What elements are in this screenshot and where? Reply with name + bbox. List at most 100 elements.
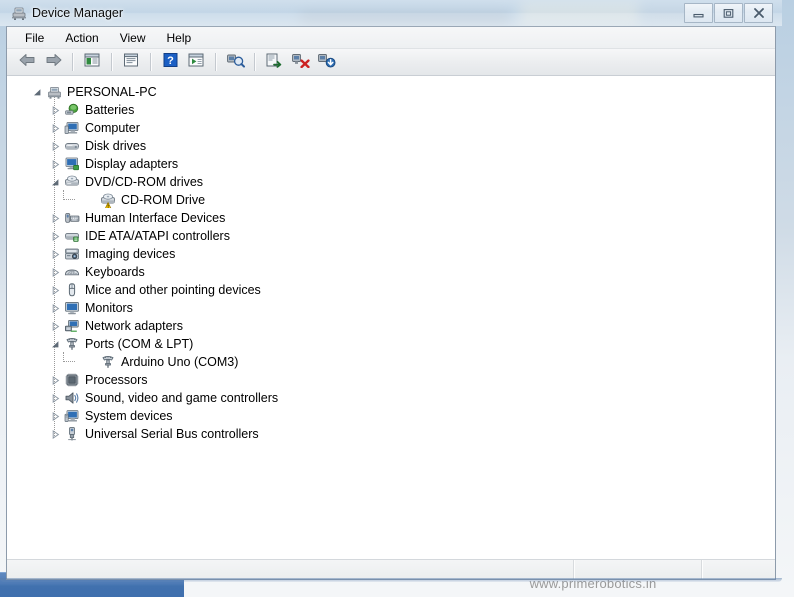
- toolbar-separator: [215, 53, 216, 71]
- window-title-bar[interactable]: Device Manager: [0, 0, 782, 26]
- close-button[interactable]: [744, 3, 773, 23]
- toolbar: ?: [7, 49, 775, 76]
- chevron-right-icon[interactable]: [47, 137, 63, 155]
- chevron-right-icon[interactable]: [47, 101, 63, 119]
- disk-drive-icon: [63, 138, 81, 154]
- device-tree[interactable]: PERSONAL-PC Batteries Computer Disk drives D…: [7, 76, 775, 559]
- menu-help[interactable]: Help: [158, 29, 201, 47]
- tree-node-label: Ports (COM & LPT): [85, 337, 194, 351]
- show-console-button[interactable]: [184, 51, 208, 73]
- tree-node-personal-pc[interactable]: PERSONAL-PC: [7, 83, 775, 101]
- tree-node-dvd-cd-rom-drives[interactable]: DVD/CD-ROM drives: [7, 173, 775, 191]
- chevron-right-icon[interactable]: [47, 299, 63, 317]
- cd-rom-warning-icon: [99, 192, 117, 208]
- tree-node-disk-drives[interactable]: Disk drives: [7, 137, 775, 155]
- dvd-drive-icon: [63, 174, 81, 190]
- imaging-device-icon: [63, 246, 81, 262]
- tree-node-ports-com-lpt[interactable]: Ports (COM & LPT): [7, 335, 775, 353]
- processor-icon: [63, 372, 81, 388]
- tree-node-universal-serial-bus-controllers[interactable]: Universal Serial Bus controllers: [7, 425, 775, 443]
- tree-node-keyboards[interactable]: Keyboards: [7, 263, 775, 281]
- tree-node-label: Computer: [85, 121, 140, 135]
- toolbar-separator: [150, 53, 151, 71]
- menu-view[interactable]: View: [111, 29, 155, 47]
- back-button[interactable]: [15, 51, 39, 73]
- tree-node-human-interface-devices[interactable]: Human Interface Devices: [7, 209, 775, 227]
- tree-node-label: Arduino Uno (COM3): [121, 355, 239, 369]
- tree-node-label: DVD/CD-ROM drives: [85, 175, 204, 189]
- uninstall-device-button[interactable]: [288, 51, 312, 73]
- chevron-right-icon[interactable]: [47, 227, 63, 245]
- tree-node-mice-and-other-pointing-devices[interactable]: Mice and other pointing devices: [7, 281, 775, 299]
- chevron-right-icon[interactable]: [47, 245, 63, 263]
- chevron-right-icon[interactable]: [47, 209, 63, 227]
- chevron-right-icon[interactable]: [47, 119, 63, 137]
- toolbar-separator: [111, 53, 112, 71]
- tree-node-label: Sound, video and game controllers: [85, 391, 279, 405]
- tree-node-ide-ata-atapi-controllers[interactable]: IDE ATA/ATAPI controllers: [7, 227, 775, 245]
- network-adapter-icon: [63, 318, 81, 334]
- tree-node-sound-video-and-game-controllers[interactable]: Sound, video and game controllers: [7, 389, 775, 407]
- chevron-right-icon[interactable]: [47, 317, 63, 335]
- properties-icon: [122, 52, 140, 73]
- scan-hardware-changes-button[interactable]: [223, 51, 247, 73]
- forward-button[interactable]: [41, 51, 65, 73]
- tree-elbow-connector: [63, 352, 75, 362]
- chevron-right-icon[interactable]: [47, 371, 63, 389]
- menu-action[interactable]: Action: [56, 29, 107, 47]
- tree-node-label: Mice and other pointing devices: [85, 283, 261, 297]
- chevron-right-icon[interactable]: [47, 389, 63, 407]
- maximize-button[interactable]: [714, 3, 743, 23]
- tree-node-processors[interactable]: Processors: [7, 371, 775, 389]
- tree-node-label: Display adapters: [85, 157, 179, 171]
- tree-node-display-adapters[interactable]: Display adapters: [7, 155, 775, 173]
- status-bar: [7, 559, 775, 579]
- tree-node-system-devices[interactable]: System devices: [7, 407, 775, 425]
- scan-hardware-icon: [226, 52, 245, 73]
- forward-arrow-icon: [44, 52, 63, 73]
- tree-node-network-adapters[interactable]: Network adapters: [7, 317, 775, 335]
- tree-node-label: Monitors: [85, 301, 133, 315]
- tree-node-cd-rom-drive[interactable]: CD-ROM Drive: [7, 190, 775, 209]
- properties-button[interactable]: [119, 51, 143, 73]
- chevron-down-icon[interactable]: [29, 83, 45, 101]
- tree-node-list: PERSONAL-PC Batteries Computer Disk drives D…: [7, 83, 775, 443]
- status-bar-pane-2: [574, 560, 702, 579]
- computer-icon: [63, 120, 81, 136]
- tree-node-label: Imaging devices: [85, 247, 176, 261]
- help-button[interactable]: ?: [158, 51, 182, 73]
- chevron-down-icon[interactable]: [47, 173, 63, 191]
- chevron-right-icon[interactable]: [47, 425, 63, 443]
- back-arrow-icon: [18, 52, 37, 73]
- device-manager-icon: [10, 4, 28, 22]
- tree-node-batteries[interactable]: Batteries: [7, 101, 775, 119]
- chevron-right-icon[interactable]: [47, 155, 63, 173]
- tree-node-label: Network adapters: [85, 319, 183, 333]
- disable-enable-device-button[interactable]: [314, 51, 338, 73]
- window-bottom-edge: [0, 578, 782, 582]
- tree-node-computer[interactable]: Computer: [7, 119, 775, 137]
- tree-node-imaging-devices[interactable]: Imaging devices: [7, 245, 775, 263]
- device-manager-window: Device Manager File Action View Help ? P…: [0, 0, 782, 582]
- minimize-button[interactable]: [684, 3, 713, 23]
- tree-node-label: PERSONAL-PC: [67, 85, 157, 99]
- disable-device-icon: [317, 52, 336, 73]
- console-tree-icon: [83, 52, 101, 73]
- tree-node-arduino-uno-com3[interactable]: Arduino Uno (COM3): [7, 352, 775, 371]
- tree-node-label: CD-ROM Drive: [121, 193, 206, 207]
- ide-controller-icon: [63, 228, 81, 244]
- tree-node-monitors[interactable]: Monitors: [7, 299, 775, 317]
- svg-text:?: ?: [167, 55, 174, 67]
- chevron-right-icon[interactable]: [47, 407, 63, 425]
- update-driver-button[interactable]: [262, 51, 286, 73]
- menu-file[interactable]: File: [16, 29, 53, 47]
- tree-elbow-connector: [63, 190, 75, 200]
- window-controls: [684, 3, 773, 23]
- chevron-right-icon[interactable]: [47, 263, 63, 281]
- port-connector-icon: [63, 336, 81, 352]
- toolbar-separator: [254, 53, 255, 71]
- chevron-right-icon[interactable]: [47, 281, 63, 299]
- tree-node-label: Batteries: [85, 103, 135, 117]
- show-hide-console-tree-button[interactable]: [80, 51, 104, 73]
- chevron-down-icon[interactable]: [47, 335, 63, 353]
